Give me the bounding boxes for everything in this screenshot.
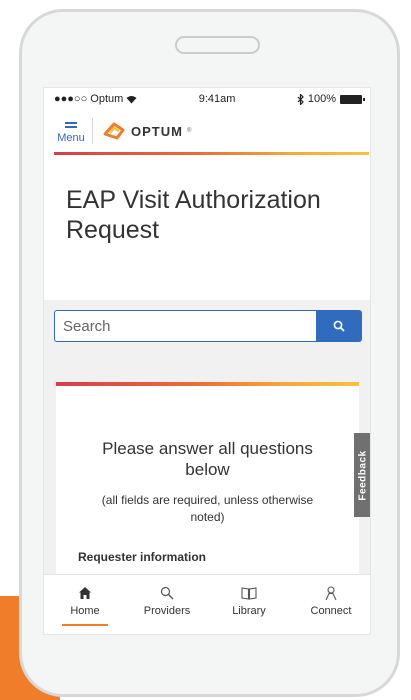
form-heading: Please answer all questions below <box>102 439 313 479</box>
app-screen: ●●●○○ Optum 9:41am 100% Menu OPTUM ® EAP… <box>43 87 371 635</box>
search-icon <box>333 320 345 332</box>
app-header: Menu OPTUM ® <box>44 110 370 152</box>
tab-home[interactable]: Home <box>44 575 126 634</box>
header-divider <box>92 118 93 144</box>
search-button[interactable] <box>316 310 362 342</box>
book-icon <box>241 587 257 600</box>
page-title: EAP Visit Authorization Request <box>66 186 321 244</box>
optum-logo[interactable]: OPTUM ® <box>103 121 191 141</box>
menu-button[interactable]: Menu <box>54 120 88 144</box>
battery-icon <box>339 94 365 104</box>
search-icon <box>160 586 174 600</box>
carrier-label: ●●●○○ Optum <box>54 93 124 105</box>
search-bar <box>54 310 362 342</box>
bluetooth-icon <box>297 93 304 105</box>
feedback-label: Feedback <box>357 449 369 501</box>
tab-providers[interactable]: Providers <box>126 575 208 634</box>
content-area: Please answer all questions below (all f… <box>44 300 370 582</box>
phone-speaker <box>175 36 260 54</box>
battery-percent: 100% <box>307 93 336 105</box>
form-note: (all fields are required, unless otherwi… <box>101 493 314 524</box>
feedback-tab[interactable]: Feedback <box>354 433 370 517</box>
status-time: 9:41am <box>198 93 236 105</box>
form-card: Please answer all questions below (all f… <box>56 382 359 582</box>
search-input[interactable] <box>54 310 316 342</box>
tab-label: Providers <box>143 605 191 617</box>
status-bar: ●●●○○ Optum 9:41am 100% <box>44 88 370 110</box>
optum-logo-mark-icon <box>103 122 125 140</box>
tab-library[interactable]: Library <box>208 575 290 634</box>
trademark-symbol: ® <box>186 128 192 134</box>
section-heading-requester: Requester information <box>78 550 207 564</box>
tab-label: Connect <box>310 605 352 617</box>
person-icon <box>325 585 337 600</box>
wifi-icon <box>126 95 137 103</box>
bottom-tab-bar: Home Providers Library Connect <box>44 574 370 634</box>
home-icon <box>79 587 91 599</box>
tab-connect[interactable]: Connect <box>290 575 370 634</box>
optum-wordmark: OPTUM <box>131 123 183 139</box>
menu-label: Menu <box>57 132 85 144</box>
tab-label: Home <box>70 605 100 617</box>
tab-label: Library <box>232 605 266 617</box>
hamburger-icon <box>65 120 77 130</box>
